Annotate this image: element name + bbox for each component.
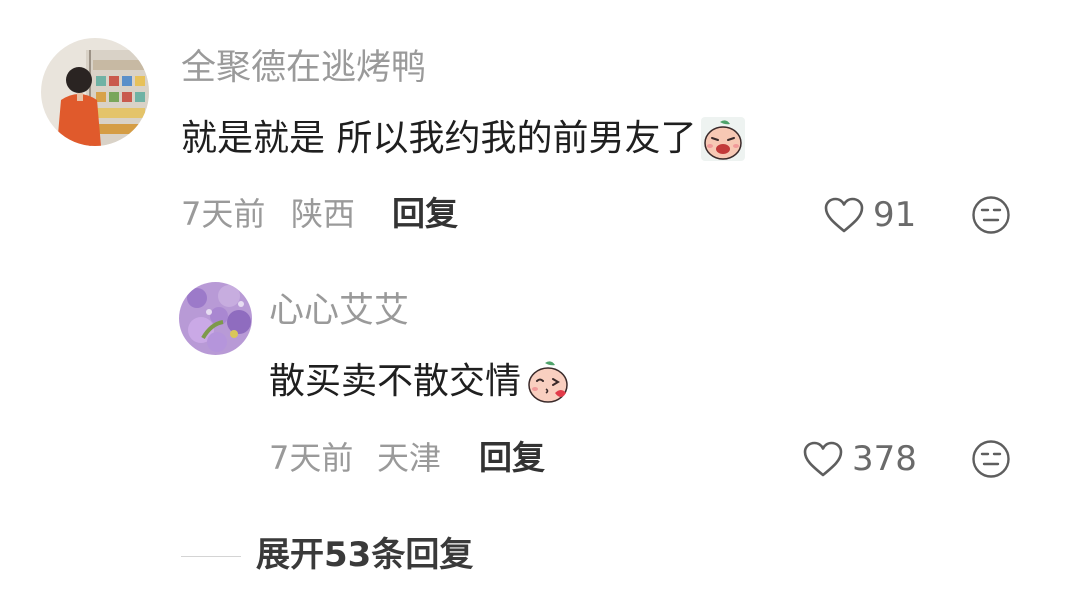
comment-text: 散买卖不散交情 (269, 361, 522, 402)
neutral-face-icon[interactable] (971, 195, 1011, 235)
comment-username[interactable]: 全聚德在逃烤鸭 (181, 51, 426, 86)
heart-outline-icon (823, 196, 865, 234)
comment-text-row: 就是就是 所以我约我的前男友了 (181, 116, 746, 162)
heart-outline-icon (802, 440, 844, 478)
avatar[interactable] (41, 38, 149, 146)
comment-location: 陕西 (291, 195, 356, 233)
kissing-peach-emoji-icon (525, 359, 571, 405)
comment-text-row: 散买卖不散交情 (269, 359, 571, 405)
like-count: 91 (873, 195, 917, 235)
comment-username[interactable]: 心心艾艾 (269, 294, 409, 329)
comment-time: 7天前 (269, 439, 354, 477)
crying-peach-emoji-icon (700, 116, 746, 162)
reply-button[interactable]: 回复 (479, 441, 545, 474)
like-button[interactable]: 91 (823, 196, 916, 234)
comment-text: 就是就是 所以我约我的前男友了 (181, 118, 697, 159)
comment-time: 7天前 (181, 195, 266, 233)
divider (181, 556, 241, 557)
neutral-face-icon[interactable] (971, 439, 1011, 479)
expand-replies-button[interactable]: 展开53条回复 (256, 538, 473, 572)
like-count: 378 (852, 439, 917, 479)
avatar[interactable] (179, 282, 252, 355)
reply-button[interactable]: 回复 (392, 197, 458, 230)
like-button[interactable]: 378 (802, 440, 917, 478)
comment-location: 天津 (377, 439, 442, 477)
